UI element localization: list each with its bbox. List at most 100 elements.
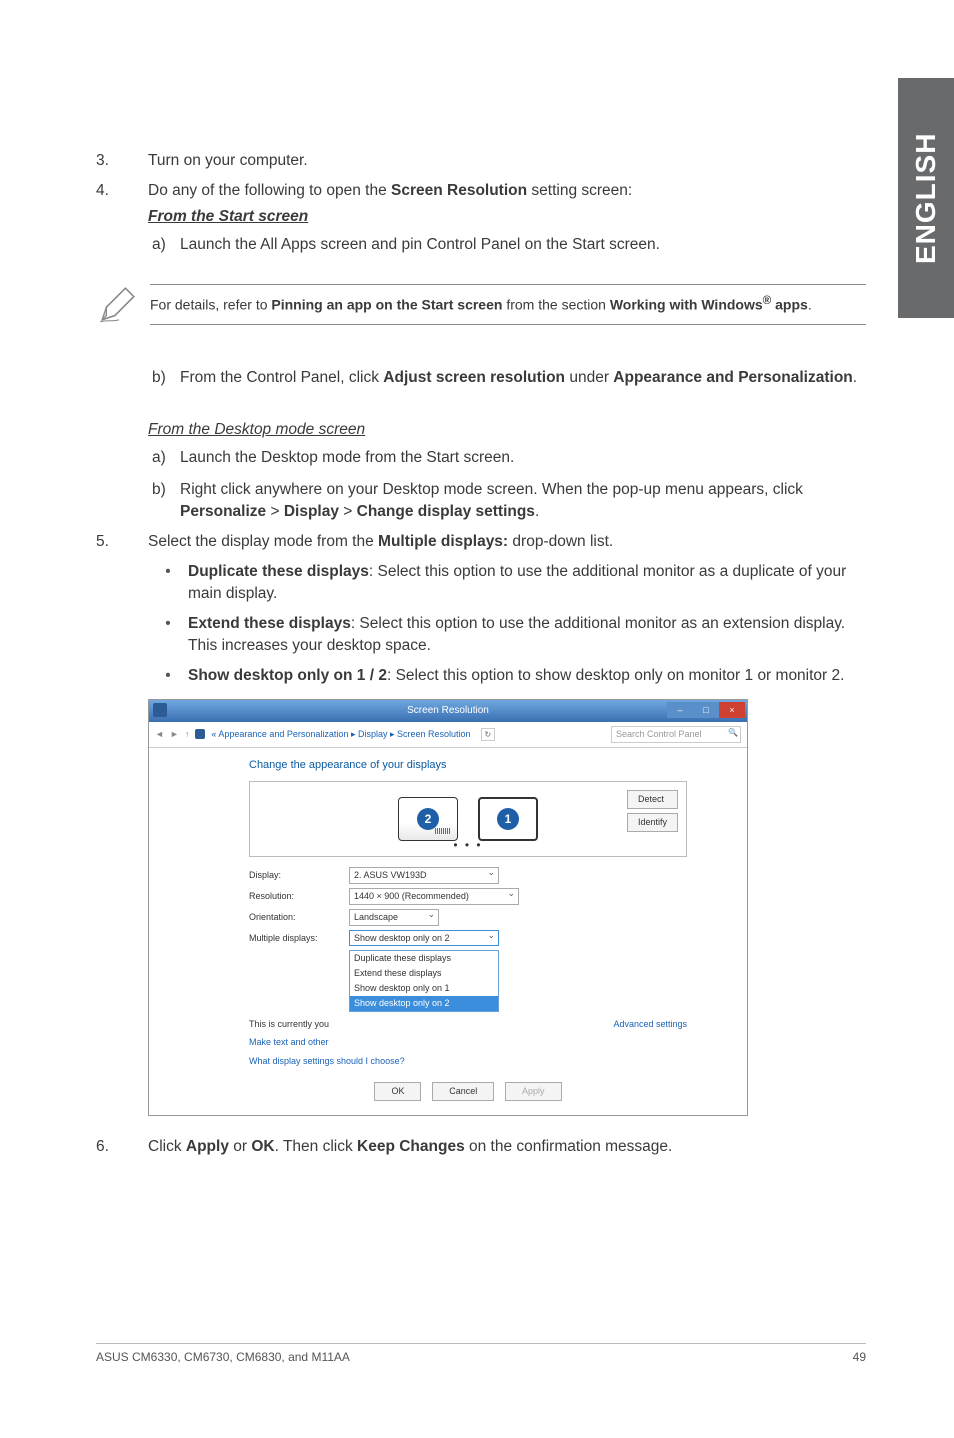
bullet-icon: •	[148, 561, 188, 605]
text-bold: Change display settings	[357, 503, 535, 520]
titlebar[interactable]: Screen Resolution – □ ×	[149, 700, 747, 722]
monitor-2[interactable]: 2	[398, 797, 458, 841]
step-3: 3. Turn on your computer.	[96, 150, 866, 172]
subheading-from-start: From the Start screen	[148, 206, 866, 228]
text-bold: Duplicate these displays	[188, 563, 369, 580]
text-bold: Extend these displays	[188, 615, 351, 632]
pencil-icon	[96, 284, 150, 333]
refresh-icon[interactable]: ↻	[481, 728, 496, 741]
dropdown-option[interactable]: Duplicate these displays	[350, 951, 498, 966]
label-orientation: Orientation:	[249, 911, 349, 924]
step-4: 4. Do any of the following to open the S…	[96, 180, 866, 256]
dropdown-option-selected[interactable]: Show desktop only on 2	[350, 996, 498, 1011]
select-multiple-displays[interactable]: Show desktop only on 2	[349, 930, 499, 947]
address-bar: ◄ ► ↑ « Appearance and Personalization ▸…	[149, 722, 747, 748]
multiple-displays-dropdown[interactable]: Duplicate these displays Extend these di…	[349, 950, 499, 1011]
text: drop-down list.	[508, 533, 613, 550]
text-bold: Display	[284, 503, 339, 520]
select-display[interactable]: 2. ASUS VW193D	[349, 867, 499, 884]
label-resolution: Resolution:	[249, 890, 349, 903]
step-body: Turn on your computer.	[148, 150, 866, 172]
text-bold: OK	[251, 1138, 274, 1155]
nav-up-icon[interactable]: ↑	[185, 728, 190, 741]
select-resolution[interactable]: 1440 × 900 (Recommended)	[349, 888, 519, 905]
text-bold: Personalize	[180, 503, 266, 520]
text: Do any of the following to open the	[148, 182, 391, 199]
row-display: Display: 2. ASUS VW193D	[249, 867, 687, 884]
minimize-button[interactable]: –	[667, 702, 693, 718]
substep-text: Launch the Desktop mode from the Start s…	[180, 447, 514, 469]
display-preview[interactable]: Detect Identify 2 1 • • •	[249, 781, 687, 857]
substep-label: a)	[148, 447, 180, 469]
maximize-button[interactable]: □	[693, 702, 719, 718]
dropdown-option[interactable]: Extend these displays	[350, 966, 498, 981]
note-text: For details, refer to Pinning an app on …	[150, 284, 866, 325]
step-4-cont: b) From the Control Panel, click Adjust …	[96, 361, 866, 523]
text: .	[808, 297, 812, 313]
text-bold: Multiple displays:	[378, 533, 508, 550]
note-block: For details, refer to Pinning an app on …	[96, 284, 866, 333]
step-body: Click Apply or OK. Then click Keep Chang…	[148, 1136, 866, 1158]
detect-button[interactable]: Detect	[627, 790, 678, 809]
dropdown-option[interactable]: Show desktop only on 1	[350, 981, 498, 996]
select-orientation[interactable]: Landscape	[349, 909, 439, 926]
window-body: Change the appearance of your displays D…	[149, 748, 747, 1115]
monitor-1[interactable]: 1	[478, 797, 538, 841]
text: Select the display mode from the	[148, 533, 378, 550]
substep-text: Right click anywhere on your Desktop mod…	[180, 479, 866, 523]
substep-4a: a) Launch the All Apps screen and pin Co…	[148, 234, 866, 256]
search-input[interactable]: Search Control Panel	[611, 726, 741, 743]
language-side-tab: ENGLISH	[898, 78, 954, 318]
step-num: 6.	[96, 1136, 148, 1158]
make-text-link[interactable]: Make text and other	[249, 1037, 329, 1047]
location-icon	[195, 729, 205, 739]
text: under	[565, 369, 613, 386]
text: For details, refer to	[150, 297, 271, 313]
nav-back-icon[interactable]: ◄	[155, 728, 164, 741]
ok-button[interactable]: OK	[374, 1082, 421, 1101]
identify-button[interactable]: Identify	[627, 813, 678, 832]
substep-text: Launch the All Apps screen and pin Contr…	[180, 234, 660, 256]
substep-label: b)	[148, 479, 180, 523]
text: . Then click	[275, 1138, 357, 1155]
text-bold: Pinning an app on the Start screen	[271, 297, 502, 313]
text: : Select this option to show desktop onl…	[387, 667, 845, 684]
nav-forward-icon[interactable]: ►	[170, 728, 179, 741]
text-bold: Apply	[186, 1138, 229, 1155]
page-content: 3. Turn on your computer. 4. Do any of t…	[96, 150, 866, 1166]
step-body: Select the display mode from the Multipl…	[148, 531, 866, 687]
dialog-button-row: OK Cancel Apply	[249, 1082, 687, 1101]
what-settings-link[interactable]: What display settings should I choose?	[249, 1056, 405, 1066]
text: .	[535, 503, 539, 520]
text: Click	[148, 1138, 186, 1155]
window-icon	[153, 703, 167, 717]
bullet-icon: •	[148, 665, 188, 687]
monitor-badge: 1	[497, 808, 519, 830]
text: >	[266, 503, 284, 520]
bullet-extend: • Extend these displays: Select this opt…	[148, 613, 866, 657]
substep-4b: b) From the Control Panel, click Adjust …	[148, 367, 866, 389]
close-button[interactable]: ×	[719, 702, 745, 718]
monitor-badge: 2	[417, 808, 439, 830]
step-body: b) From the Control Panel, click Adjust …	[148, 361, 866, 523]
window-title: Screen Resolution	[407, 704, 489, 718]
advanced-settings-link[interactable]: Advanced settings	[613, 1018, 687, 1031]
page-number: 49	[853, 1350, 866, 1364]
text-bold: Working with Windows	[610, 297, 763, 313]
text-truncated: This is currently you	[249, 1019, 329, 1029]
bullet-text: Extend these displays: Select this optio…	[188, 613, 866, 657]
window-chrome-buttons: – □ ×	[667, 702, 745, 718]
page-footer: ASUS CM6330, CM6730, CM6830, and M11AA 4…	[96, 1343, 866, 1364]
text-bold: Appearance and Personalization	[613, 369, 852, 386]
links-row-3: What display settings should I choose?	[249, 1055, 687, 1068]
preview-side-buttons: Detect Identify	[627, 790, 678, 832]
text: Right click anywhere on your Desktop mod…	[180, 481, 803, 498]
breadcrumb[interactable]: « Appearance and Personalization ▸ Displ…	[211, 728, 470, 741]
step-5: 5. Select the display mode from the Mult…	[96, 531, 866, 687]
text: on the confirmation message.	[465, 1138, 673, 1155]
label-display: Display:	[249, 869, 349, 882]
screen-resolution-window: Screen Resolution – □ × ◄ ► ↑ « Appearan…	[148, 699, 748, 1116]
apply-button[interactable]: Apply	[505, 1082, 562, 1101]
cancel-button[interactable]: Cancel	[432, 1082, 494, 1101]
text-bold: Keep Changes	[357, 1138, 465, 1155]
